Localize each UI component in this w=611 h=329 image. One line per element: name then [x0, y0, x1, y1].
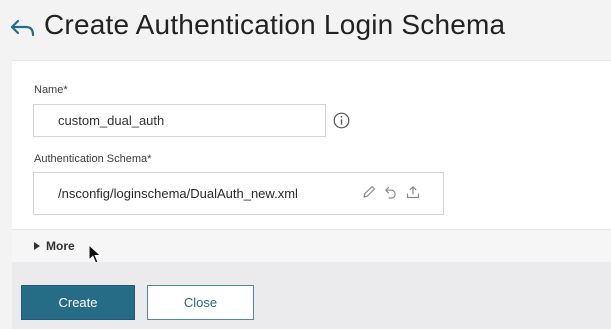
page-header: Create Authentication Login Schema: [0, 0, 611, 58]
upload-icon[interactable]: [406, 185, 420, 199]
authentication-schema-label: Authentication Schema*: [34, 153, 152, 165]
name-label: Name*: [34, 84, 68, 96]
close-button[interactable]: Close: [147, 285, 254, 320]
form-footer: Create Close: [12, 262, 611, 329]
page-title: Create Authentication Login Schema: [44, 9, 506, 40]
create-button[interactable]: Create: [21, 285, 135, 320]
authentication-schema-field[interactable]: /nsconfig/loginschema/DualAuth_new.xml: [33, 172, 444, 215]
more-label: More: [46, 239, 75, 253]
form-card: Name* custom_dual_auth Authentication Sc…: [12, 60, 611, 229]
info-icon[interactable]: [333, 112, 350, 129]
back-arrow-icon[interactable]: [10, 18, 36, 38]
name-field[interactable]: custom_dual_auth: [33, 104, 326, 137]
undo-icon[interactable]: [384, 185, 398, 199]
caret-right-icon: [34, 242, 40, 250]
edit-icon[interactable]: [362, 185, 376, 199]
